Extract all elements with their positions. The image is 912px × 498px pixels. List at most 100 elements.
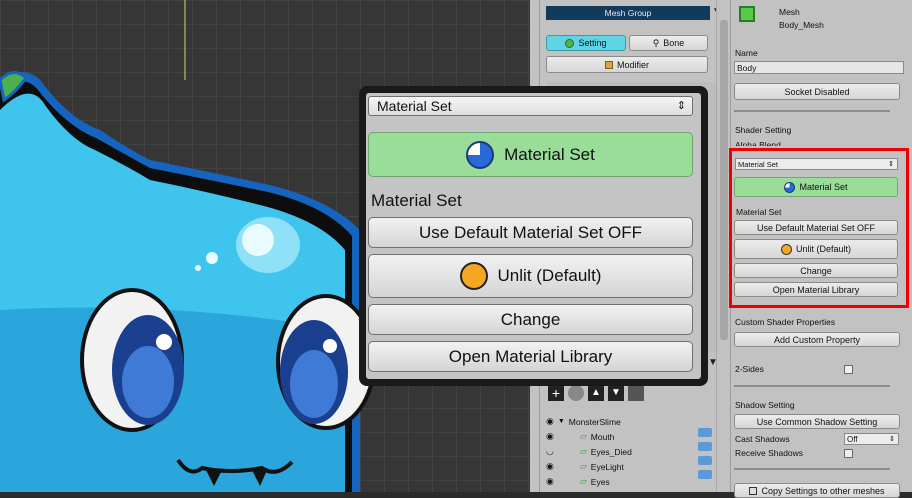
name-label: Name [735, 48, 758, 58]
setting-icon [565, 38, 575, 48]
list-item-label: Mouth [590, 431, 615, 442]
receive-shadows-checkbox[interactable] [844, 449, 853, 458]
object-type: Mesh [779, 7, 800, 17]
tab-bone[interactable]: ⚲ Bone [629, 35, 708, 51]
zoom-unlit-material-button[interactable]: Unlit (Default) [368, 254, 693, 298]
modifier-button[interactable]: Modifier [546, 56, 708, 73]
hierarchy-root[interactable]: ◉ ▼ MonsterSlime [546, 414, 632, 429]
hierarchy-toolbar: + ▲ ▼ [548, 385, 644, 401]
unlit-material-button[interactable]: Unlit (Default) [734, 239, 898, 259]
use-default-material-set-button[interactable]: Use Default Material Set OFF [734, 220, 898, 235]
mesh-icon [739, 6, 755, 22]
zoom-material-set-button-label: Material Set [504, 144, 595, 164]
list-item[interactable]: ◉ ▱ Eyes [546, 474, 632, 489]
mesh-group-header: Mesh Group [546, 6, 710, 20]
divider [734, 468, 890, 470]
add-custom-property-button[interactable]: Add Custom Property [734, 332, 900, 347]
list-item[interactable]: ◡ ▱ Eyes_Died [546, 444, 632, 459]
list-item-label: Eyes_Died [590, 446, 632, 457]
highlight-box: Material Set ⇕ Material Set Material Set… [729, 148, 909, 308]
tab-setting-label: Setting [578, 38, 607, 48]
material-set-button-label: Material Set [799, 182, 848, 192]
divider [734, 385, 890, 387]
move-up-icon[interactable]: ▲ [588, 385, 604, 401]
zoom-change-button[interactable]: Change [368, 304, 693, 335]
list-item-label: EyeLight [590, 461, 624, 472]
material-set-select[interactable]: Material Set ⇕ [735, 158, 898, 170]
material-set-select-label: Material Set [738, 160, 779, 169]
expand-icon[interactable]: ▼ [558, 418, 565, 425]
add-custom-label: Add Custom Property [773, 334, 861, 345]
custom-shader-props-label: Custom Shader Properties [735, 317, 836, 327]
change-label: Change [800, 265, 832, 276]
list-item-label: Eyes [590, 476, 610, 487]
shadow-setting-label: Shadow Setting [735, 400, 795, 410]
select-arrows-icon: ⇕ [676, 100, 686, 112]
material-circle-icon [459, 262, 488, 290]
visibility-closed-icon[interactable]: ◡ [546, 446, 554, 457]
material-set-icon [466, 140, 495, 169]
inspector-lower: Custom Shader Properties Add Custom Prop… [730, 312, 912, 498]
zoom-material-set-button[interactable]: Material Set [368, 132, 693, 177]
use-default-label: Use Default Material Set OFF [756, 222, 876, 233]
visibility-icon[interactable]: ◉ [546, 431, 554, 442]
material-set-button[interactable]: Material Set [734, 177, 898, 197]
mesh-icon: ▱ [579, 476, 587, 486]
zoom-material-set-select[interactable]: Material Set ⇕ [368, 96, 693, 116]
tab-setting[interactable]: Setting [546, 35, 626, 51]
visibility-icon[interactable]: ◉ [546, 416, 554, 427]
move-down-icon[interactable]: ▼ [608, 385, 624, 401]
object-name: Body_Mesh [779, 20, 824, 30]
unlit-label: Unlit (Default) [795, 244, 851, 254]
receive-shadows-label: Receive Shadows [735, 448, 804, 458]
add-icon[interactable]: + [548, 385, 564, 401]
modifier-badge-icon [698, 456, 712, 465]
use-common-shadow-button[interactable]: Use Common Shadow Setting [734, 414, 900, 429]
delete-icon[interactable] [628, 385, 644, 401]
hierarchy-scrollbar[interactable] [716, 0, 730, 492]
select-arrows-icon: ⇕ [888, 161, 894, 168]
mesh-icon: ▱ [579, 446, 587, 456]
socket-disabled-button[interactable]: Socket Disabled [734, 83, 900, 100]
zoom-material-set-label: Material Set [371, 191, 462, 210]
zoom-open-library-button[interactable]: Open Material Library [368, 341, 693, 372]
zoom-callout: Material Set ⇕ Material Set Material Set… [359, 86, 708, 386]
mesh-icon: ▱ [579, 461, 587, 471]
scrollbar-thumb[interactable] [720, 20, 728, 340]
visibility-icon[interactable]: ◉ [546, 461, 554, 472]
modifier-label: Modifier [616, 59, 649, 70]
material-circle-icon [780, 243, 792, 255]
two-sides-checkbox[interactable] [844, 365, 853, 374]
change-button[interactable]: Change [734, 263, 898, 278]
cast-shadows-select[interactable]: Off ⇕ [844, 433, 899, 445]
copy-settings-label: Copy Settings to other meshes [761, 485, 885, 496]
zoom-open-library-label: Open Material Library [448, 346, 613, 366]
socket-disabled-label: Socket Disabled [784, 86, 850, 97]
modifier-badge-icon [698, 428, 712, 437]
modifier-badges [698, 428, 712, 479]
tab-bone-label: Bone [663, 38, 685, 48]
copy-icon [749, 486, 758, 495]
open-material-library-button[interactable]: Open Material Library [734, 282, 898, 297]
modifier-badge-icon [698, 470, 712, 479]
name-field[interactable]: Body [734, 61, 904, 74]
hierarchy-list: ◉ ▼ MonsterSlime ◉ ▱ Mouth ◡ ▱ Eyes_Died… [546, 414, 632, 489]
zoom-callout-content: Material Set ⇕ Material Set Material Set… [366, 93, 701, 379]
open-library-label: Open Material Library [772, 284, 860, 295]
zoom-select-label: Material Set [377, 98, 452, 114]
material-set-label: Material Set [736, 207, 782, 217]
layer-icon[interactable] [568, 385, 584, 401]
zoom-use-default-button[interactable]: Use Default Material Set OFF [368, 217, 693, 248]
cast-shadows-value: Off [847, 435, 858, 444]
zoom-unlit-label: Unlit (Default) [497, 266, 602, 285]
list-item[interactable]: ◉ ▱ EyeLight [546, 459, 632, 474]
modifier-badge-icon [698, 442, 712, 451]
hierarchy-root-label: MonsterSlime [568, 416, 621, 427]
visibility-icon[interactable]: ◉ [546, 476, 554, 487]
zoom-change-label: Change [500, 309, 561, 329]
divider [734, 110, 890, 112]
list-item[interactable]: ◉ ▱ Mouth [546, 429, 632, 444]
zoom-use-default-label: Use Default Material Set OFF [419, 222, 642, 242]
copy-settings-button[interactable]: Copy Settings to other meshes [734, 483, 900, 498]
bone-icon: ⚲ [652, 37, 660, 48]
